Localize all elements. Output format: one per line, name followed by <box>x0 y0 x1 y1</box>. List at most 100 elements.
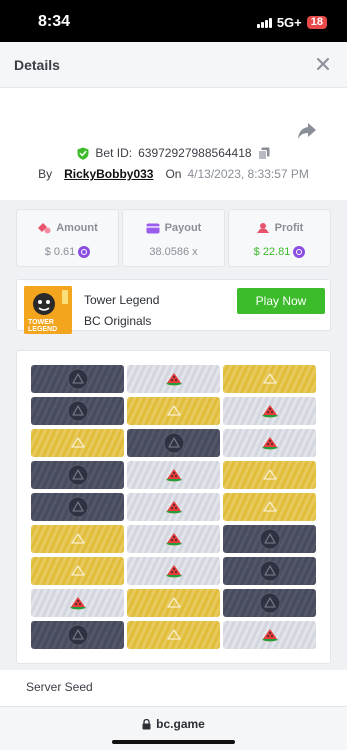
egg-outline-icon <box>166 629 181 640</box>
bet-datetime: 4/13/2023, 8:33:57 PM <box>187 167 309 181</box>
game-card: TOWER LEGEND Tower Legend BC Originals P… <box>16 279 331 334</box>
watermelon-icon <box>261 629 278 642</box>
status-indicators: 5G+ 18 <box>256 15 327 30</box>
by-label: By <box>38 167 53 181</box>
egg-outline-icon <box>166 405 181 416</box>
board-tile <box>223 621 316 649</box>
game-title: Tower Legend <box>84 293 160 307</box>
game-board <box>16 350 331 664</box>
signal-icon <box>256 17 272 28</box>
browser-url-bar[interactable]: bc.game <box>0 706 347 750</box>
profit-icon <box>256 223 269 233</box>
board-tile <box>127 461 220 489</box>
egg-outline-icon <box>262 373 277 384</box>
bet-id-label: Bet ID: <box>95 146 133 160</box>
egg-hidden-icon <box>163 432 184 454</box>
svg-text:TOWER: TOWER <box>28 319 54 326</box>
game-thumbnail[interactable]: TOWER LEGEND <box>24 286 72 334</box>
board-tile <box>127 621 220 649</box>
board-tile <box>127 397 220 425</box>
server-seed-label: Server Seed <box>26 680 93 694</box>
game-provider: BC Originals <box>84 314 152 328</box>
egg-hidden-icon <box>67 624 88 646</box>
egg-outline-icon <box>70 533 85 544</box>
board-tile <box>223 429 316 457</box>
watermelon-icon <box>261 405 278 418</box>
egg-hidden-icon <box>259 528 280 550</box>
watermelon-icon <box>165 469 182 482</box>
bet-id-value: 63972927988564418 <box>138 146 252 160</box>
board-tile <box>31 525 124 553</box>
amount-label: Amount <box>56 222 98 234</box>
profit-stat: Profit $ 22.81 <box>228 209 331 267</box>
board-tile <box>223 557 316 585</box>
copy-icon[interactable] <box>257 147 270 160</box>
close-icon[interactable] <box>315 56 331 72</box>
board-tile <box>223 525 316 553</box>
board-tile <box>223 365 316 393</box>
coin-icon <box>293 246 306 258</box>
board-tile <box>223 589 316 617</box>
board-tile <box>31 429 124 457</box>
lock-icon <box>142 718 151 729</box>
coin-icon <box>78 246 91 258</box>
board-tile <box>31 397 124 425</box>
profit-label: Profit <box>274 222 304 234</box>
egg-hidden-icon <box>67 400 88 422</box>
watermelon-icon <box>165 565 182 578</box>
status-time: 8:34 <box>38 13 71 30</box>
board-tile <box>127 525 220 553</box>
egg-outline-icon <box>166 597 181 608</box>
status-bar: 8:34 5G+ 18 <box>0 0 347 42</box>
bet-id-row: Bet ID: 63972927988564418 <box>0 146 347 160</box>
battery-icon: 18 <box>306 16 327 29</box>
board-tile <box>31 365 124 393</box>
board-tile <box>31 557 124 585</box>
board-tile <box>223 493 316 521</box>
watermelon-icon <box>261 437 278 450</box>
username-link[interactable]: RickyBobby033 <box>64 167 153 181</box>
amount-icon <box>38 223 51 234</box>
watermelon-icon <box>165 373 182 386</box>
egg-outline-icon <box>70 437 85 448</box>
board-tile <box>127 429 220 457</box>
egg-outline-icon <box>262 501 277 512</box>
board-tile <box>31 589 124 617</box>
board-tile <box>127 365 220 393</box>
details-header: Details <box>0 42 347 88</box>
page-title: Details <box>14 57 60 73</box>
egg-outline-icon <box>262 469 277 480</box>
board-tile <box>223 461 316 489</box>
egg-hidden-icon <box>259 592 280 614</box>
board-tile <box>223 397 316 425</box>
amount-value: $ 0.61 <box>44 246 76 258</box>
tower-legend-logo: TOWER LEGEND <box>24 286 72 334</box>
egg-hidden-icon <box>67 496 88 518</box>
server-seed-section: Server Seed <box>0 670 347 706</box>
bet-author-row: By RickyBobby033 On 4/13/2023, 8:33:57 P… <box>0 167 347 181</box>
board-tile <box>127 589 220 617</box>
egg-outline-icon <box>70 565 85 576</box>
board-tile <box>127 493 220 521</box>
shield-check-icon <box>77 147 89 160</box>
share-icon[interactable] <box>297 122 317 140</box>
egg-hidden-icon <box>67 368 88 390</box>
details-content[interactable]: Bet ID: 63972927988564418 By RickyBobby0… <box>0 88 347 706</box>
profit-value: $ 22.81 <box>253 246 291 258</box>
payout-value: 38.0586 x <box>149 246 198 258</box>
home-indicator <box>112 740 235 744</box>
play-now-button[interactable]: Play Now <box>237 288 325 314</box>
board-tile <box>31 493 124 521</box>
board-tile <box>127 557 220 585</box>
network-label: 5G+ <box>276 15 302 30</box>
payout-label: Payout <box>164 222 202 234</box>
egg-hidden-icon <box>67 464 88 486</box>
wallet-icon <box>146 223 160 233</box>
on-label: On <box>165 167 182 181</box>
bet-info-card: Bet ID: 63972927988564418 By RickyBobby0… <box>0 88 347 200</box>
watermelon-icon <box>165 501 182 514</box>
amount-stat: Amount $ 0.61 <box>16 209 119 267</box>
watermelon-icon <box>69 597 86 610</box>
watermelon-icon <box>165 533 182 546</box>
board-tile <box>31 621 124 649</box>
